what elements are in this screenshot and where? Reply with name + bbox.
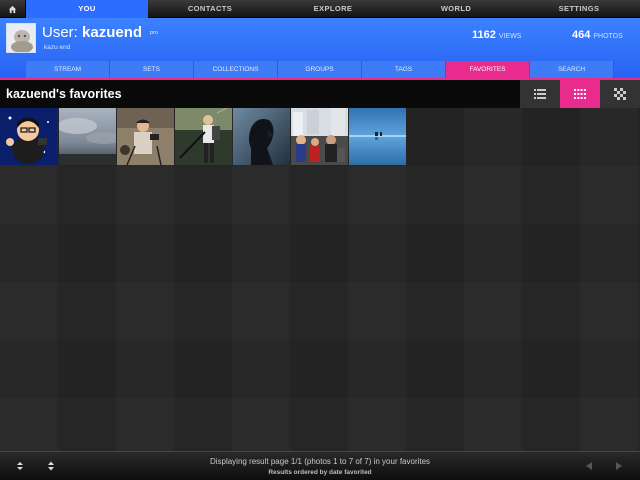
arrow-right-icon [616, 462, 622, 470]
tab-search[interactable]: SEARCH [530, 61, 614, 78]
views-count: 1162 [472, 29, 496, 41]
tab-tags[interactable]: TAGS [362, 61, 446, 78]
arrow-left-icon [586, 462, 592, 470]
grid-icon [574, 89, 586, 99]
username-prefix: User: [42, 24, 78, 41]
favorite-photo-1[interactable] [0, 108, 57, 165]
grid-view-button[interactable] [560, 80, 600, 108]
results-order: Results ordered by date favorited [268, 469, 372, 476]
nav-settings[interactable]: SETTINGS [518, 0, 640, 18]
favorite-photo-6[interactable] [291, 108, 348, 165]
previous-page-button[interactable] [582, 459, 596, 473]
username: kazuend [82, 24, 143, 41]
home-button[interactable] [0, 0, 26, 18]
photos-stat: 464 PHOTOS [572, 29, 623, 41]
avatar[interactable] [6, 23, 36, 53]
favorite-photo-4[interactable] [175, 108, 232, 165]
favorite-photo-3[interactable] [117, 108, 174, 165]
results-status: Displaying result page 1/1 (photos 1 to … [209, 457, 431, 466]
pro-badge: pro [150, 30, 158, 36]
page-title-bar: kazuend's favorites [0, 80, 640, 108]
username-heading: User: kazuend [42, 24, 142, 41]
nav-explore[interactable]: EXPLORE [272, 0, 394, 18]
status-footer: Displaying result page 1/1 (photos 1 to … [0, 451, 640, 480]
views-stat: 1162 VIEWS [472, 29, 521, 41]
nav-contacts[interactable]: CONTACTS [148, 0, 272, 18]
favorite-photo-5[interactable] [233, 108, 290, 165]
home-icon [8, 5, 17, 13]
photos-label: PHOTOS [593, 33, 623, 40]
tab-collections[interactable]: COLLECTIONS [194, 61, 278, 78]
views-label: VIEWS [498, 33, 522, 40]
mosaic-icon [614, 88, 626, 100]
tab-sets[interactable]: SETS [110, 61, 194, 78]
mosaic-view-button[interactable] [600, 80, 640, 108]
photos-count: 464 [572, 29, 591, 41]
tab-groups[interactable]: GROUPS [278, 61, 362, 78]
nav-you[interactable]: YOU [26, 0, 148, 18]
top-navigation: YOU CONTACTS EXPLORE WORLD SETTINGS [0, 0, 640, 18]
tab-favorites[interactable]: FAVORITES [446, 61, 530, 78]
photo-grid [0, 108, 640, 451]
page-title: kazuend's favorites [6, 87, 122, 101]
list-icon [534, 89, 546, 99]
favorite-photo-2[interactable] [59, 108, 116, 165]
favorite-photo-7[interactable] [349, 108, 406, 165]
nav-world[interactable]: WORLD [394, 0, 518, 18]
next-page-button[interactable] [612, 459, 626, 473]
real-name: kazu end [44, 44, 71, 51]
list-view-button[interactable] [520, 80, 560, 108]
tab-stream[interactable]: STREAM [26, 61, 110, 78]
